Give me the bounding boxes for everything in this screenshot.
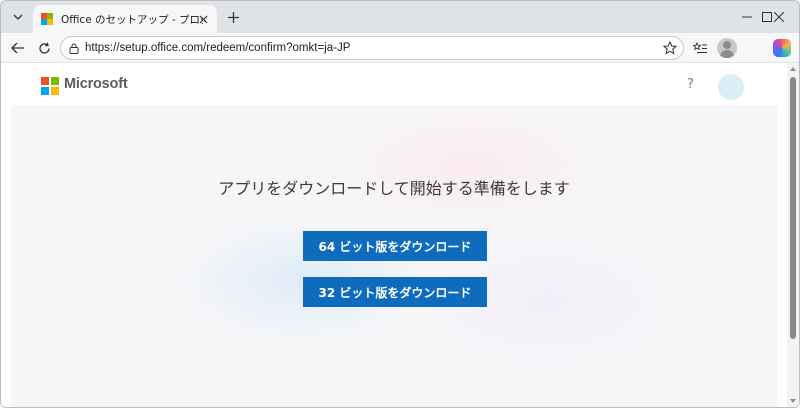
close-icon bbox=[774, 12, 784, 22]
tab-office-setup[interactable]: Office のセットアップ - プロダクト キーの bbox=[33, 5, 217, 33]
browser-toolbar: https://setup.office.com/redeem/confirm?… bbox=[1, 33, 799, 63]
favorites-button[interactable] bbox=[689, 37, 711, 59]
close-icon bbox=[199, 15, 207, 23]
profile-icon[interactable] bbox=[717, 38, 737, 58]
favorites-list-icon bbox=[692, 41, 707, 53]
new-tab-button[interactable] bbox=[223, 7, 243, 27]
address-bar[interactable]: https://setup.office.com/redeem/confirm?… bbox=[60, 36, 684, 60]
tab-actions-menu[interactable] bbox=[7, 7, 29, 27]
scroll-thumb[interactable] bbox=[790, 77, 796, 339]
favorite-button[interactable] bbox=[662, 40, 678, 59]
office-favicon-icon bbox=[41, 13, 53, 25]
site-header: Microsoft ? bbox=[1, 63, 787, 105]
chevron-down-icon bbox=[13, 14, 23, 20]
microsoft-logo-icon[interactable] bbox=[41, 77, 59, 95]
vertical-scrollbar[interactable] bbox=[787, 63, 799, 407]
help-button[interactable]: ? bbox=[687, 77, 694, 92]
brand-name[interactable]: Microsoft bbox=[64, 76, 128, 92]
page-title: アプリをダウンロードして開始する準備をします bbox=[218, 179, 570, 198]
download-32bit-button[interactable]: 32 ビット版をダウンロード bbox=[303, 277, 487, 307]
back-button[interactable] bbox=[7, 37, 29, 59]
account-avatar[interactable] bbox=[718, 74, 744, 100]
lock-icon bbox=[69, 43, 79, 54]
refresh-button[interactable] bbox=[33, 37, 55, 59]
page-viewport: Microsoft ? アプリをダウンロードして開始する準備をします 64 ビッ… bbox=[1, 63, 787, 407]
scroll-up-arrow-icon[interactable] bbox=[790, 67, 796, 71]
plus-icon bbox=[227, 11, 239, 23]
tab-close-button[interactable] bbox=[195, 11, 211, 27]
copilot-icon[interactable] bbox=[773, 39, 791, 57]
download-64bit-button[interactable]: 64 ビット版をダウンロード bbox=[303, 231, 487, 261]
url-text: https://setup.office.com/redeem/confirm?… bbox=[85, 42, 351, 54]
main-content: アプリをダウンロードして開始する準備をします 64 ビット版をダウンロード 32… bbox=[11, 105, 777, 407]
scroll-down-arrow-icon[interactable] bbox=[790, 399, 796, 403]
back-arrow-icon bbox=[11, 42, 24, 54]
tab-strip: Office のセットアップ - プロダクト キーの bbox=[1, 1, 799, 33]
refresh-icon bbox=[38, 42, 50, 54]
star-icon bbox=[662, 40, 678, 55]
close-window-button[interactable] bbox=[759, 1, 799, 33]
browser-window: Office のセットアップ - プロダクト キーの https://setup… bbox=[0, 0, 800, 408]
tab-title: Office のセットアップ - プロダクト キーの bbox=[61, 13, 203, 26]
